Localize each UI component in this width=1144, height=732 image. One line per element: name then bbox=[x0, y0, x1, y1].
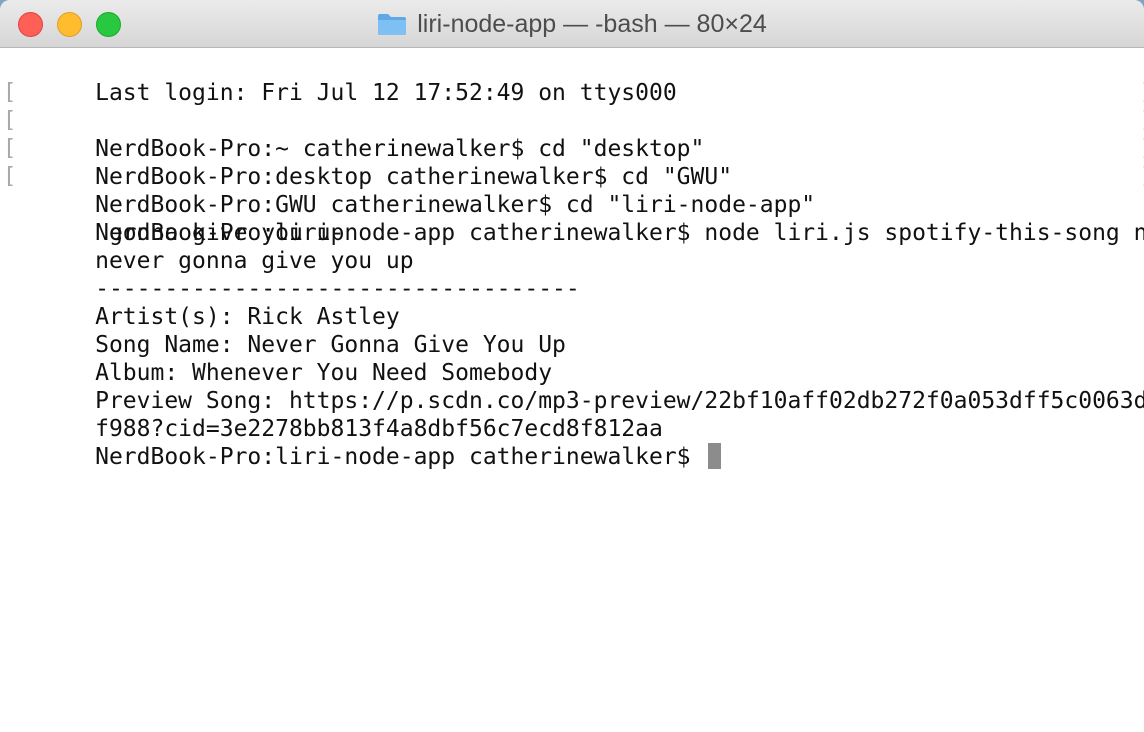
terminal-line: Album: Whenever You Need Somebody bbox=[12, 331, 1144, 386]
text-cursor bbox=[708, 442, 722, 469]
terminal-line: gonna give you up bbox=[12, 191, 1144, 246]
window-title: liri-node-app — -bash — 80×24 bbox=[0, 0, 1144, 48]
line-mark-left: [ bbox=[3, 108, 17, 133]
terminal-line: never gonna give you up bbox=[12, 219, 1144, 274]
line-mark-left: [ bbox=[3, 80, 17, 105]
terminal-prompt: NerdBook-Pro:liri-node-app catherinewalk… bbox=[95, 444, 705, 470]
terminal-line: f988?cid=3e2278bb813f4a8dbf56c7ecd8f812a… bbox=[12, 387, 1144, 442]
terminal-line: ----------------------------------- bbox=[12, 247, 1144, 302]
terminal-line: [ NerdBook-Pro:liri-node-app catherinewa… bbox=[3, 163, 1144, 246]
terminal-line: Artist(s): Rick Astley bbox=[12, 275, 1144, 330]
terminal-line: Song Name: Never Gonna Give You Up bbox=[12, 303, 1144, 358]
terminal-window: liri-node-app — -bash — 80×24 Last login… bbox=[0, 0, 1144, 732]
terminal-content[interactable]: Last login: Fri Jul 12 17:52:49 on ttys0… bbox=[0, 48, 1144, 732]
terminal-line: Last login: Fri Jul 12 17:52:49 on ttys0… bbox=[12, 51, 1144, 106]
terminal-line: [ NerdBook-Pro:~ catherinewalker$ cd "de… bbox=[3, 79, 1144, 162]
line-mark-left: [ bbox=[3, 164, 17, 189]
terminal-line: Preview Song: https://p.scdn.co/mp3-prev… bbox=[12, 359, 1144, 414]
folder-icon bbox=[378, 14, 407, 35]
terminal-prompt-line[interactable]: NerdBook-Pro:liri-node-app catherinewalk… bbox=[12, 415, 1144, 470]
window-title-text: liri-node-app — -bash — 80×24 bbox=[417, 9, 767, 38]
scrollbar[interactable] bbox=[1138, 48, 1144, 732]
line-mark-left: [ bbox=[3, 136, 17, 161]
terminal-line: [ NerdBook-Pro:GWU catherinewalker$ cd "… bbox=[3, 135, 1144, 218]
terminal-line: [ NerdBook-Pro:desktop catherinewalker$ … bbox=[3, 107, 1144, 190]
title-bar[interactable]: liri-node-app — -bash — 80×24 bbox=[0, 0, 1144, 48]
